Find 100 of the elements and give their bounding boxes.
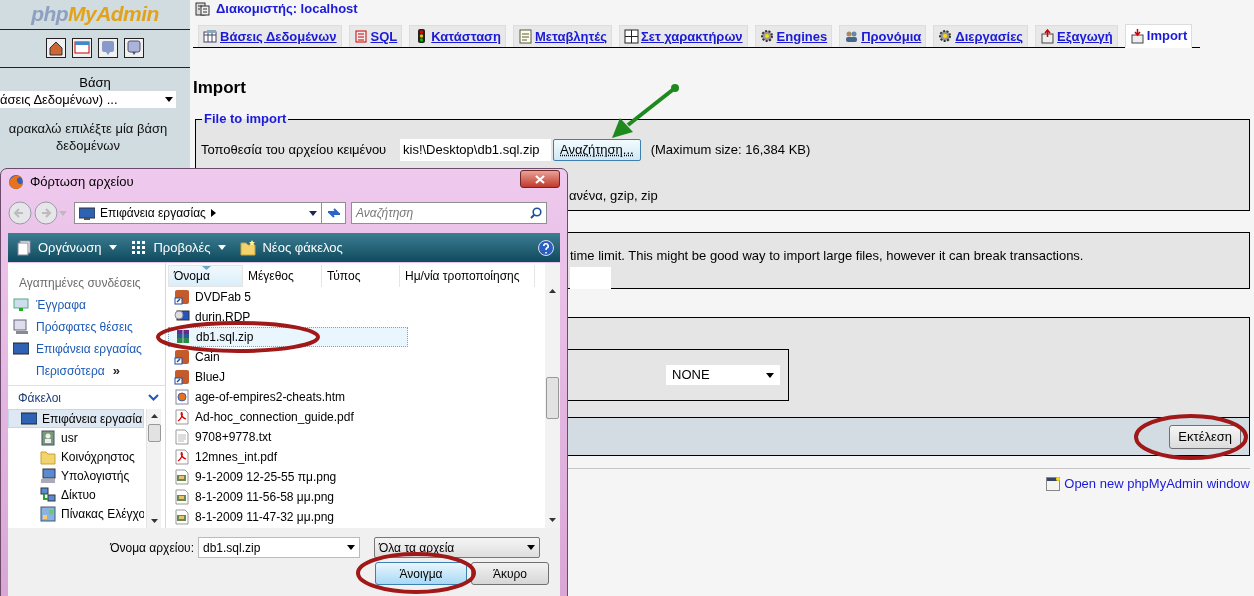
tab[interactable]: SQL bbox=[348, 25, 403, 47]
tab[interactable]: Import bbox=[1124, 24, 1193, 48]
monitor-icon bbox=[13, 341, 29, 357]
file-row[interactable]: age-of-empires2-cheats.htm bbox=[168, 387, 346, 407]
shortcut-icon bbox=[174, 369, 190, 385]
field-label: Τοποθεσία του αρχείου κειμένου bbox=[201, 141, 388, 160]
section-legend: File to import bbox=[202, 111, 289, 127]
navigation-link[interactable]: Πρόσφατες θέσεις bbox=[8, 316, 165, 338]
folder-tree-item[interactable]: Πίνακας Ελέγχο bbox=[8, 504, 144, 523]
file-row[interactable]: 12mnes_int.pdf bbox=[168, 447, 278, 467]
file-row[interactable]: 9-1-2009 12-25-55 πμ.png bbox=[168, 467, 337, 487]
file-row[interactable]: 8-1-2009 11-56-58 μμ.png bbox=[168, 487, 335, 507]
gear-icon bbox=[938, 29, 954, 44]
section-header: Αγαπημένες συνδέσεις bbox=[18, 275, 141, 291]
database-select[interactable]: άσεις Δεδομένων) ... bbox=[0, 91, 176, 108]
dropdown-arrow-icon bbox=[218, 245, 227, 250]
monitor-icon bbox=[79, 206, 95, 220]
text-field[interactable] bbox=[570, 267, 611, 289]
file-row[interactable]: Cain bbox=[168, 347, 220, 367]
column-header[interactable]: Όνομα bbox=[168, 265, 243, 287]
tab[interactable]: Προνόμια bbox=[839, 25, 927, 47]
gear-icon bbox=[759, 29, 775, 44]
more-link[interactable]: Περισσότερα » bbox=[8, 360, 165, 382]
folder-tree-item[interactable]: Δίκτυο bbox=[8, 485, 144, 504]
browse-button[interactable]: Αναζήτηση... bbox=[553, 139, 641, 161]
new-window-link[interactable]: Open new phpMyAdmin window bbox=[1064, 474, 1250, 494]
file-row[interactable]: 8-1-2009 11-47-32 μμ.png bbox=[168, 507, 335, 527]
folder-icon bbox=[240, 239, 257, 256]
tab[interactable]: Βάσεις Δεδομένων bbox=[198, 25, 342, 47]
file-row[interactable]: Ad-hoc_connection_guide.pdf bbox=[168, 407, 354, 427]
back-icon bbox=[8, 201, 32, 225]
chevron-right-icon bbox=[210, 209, 216, 217]
close-button[interactable] bbox=[520, 170, 560, 188]
search-icon bbox=[530, 207, 542, 219]
dropdown-arrow-icon bbox=[165, 97, 173, 102]
execute-button[interactable]: Εκτέλεση bbox=[1169, 424, 1241, 449]
pointer-arrow bbox=[612, 84, 679, 138]
close-icon bbox=[535, 174, 545, 184]
dialog-button[interactable]: Άκυρο bbox=[471, 562, 549, 585]
file-row[interactable]: BlueJ bbox=[168, 367, 226, 387]
window-icon bbox=[1046, 476, 1061, 491]
dropdown-arrow-icon bbox=[527, 545, 535, 550]
image-file-icon bbox=[174, 489, 190, 505]
import-icon bbox=[1129, 28, 1145, 44]
scroll-up-icon bbox=[150, 414, 158, 418]
tab[interactable]: Διεργασίες bbox=[933, 25, 1029, 47]
chevron-down-icon bbox=[148, 394, 159, 401]
filename-field[interactable]: db1.sql.zip bbox=[198, 537, 360, 558]
search-field[interactable]: Αναζήτηση bbox=[351, 202, 547, 224]
toolbar-button[interactable]: Προβολές bbox=[131, 237, 227, 258]
home-icon[interactable] bbox=[46, 38, 66, 58]
tab[interactable]: Σετ χαρακτήρων bbox=[618, 25, 748, 47]
tab[interactable]: Εξαγωγή bbox=[1035, 25, 1118, 47]
compression-text: ανένα, gzip, zip bbox=[569, 188, 658, 204]
file-row[interactable]: durin.RDP bbox=[168, 307, 251, 327]
address-bar[interactable]: Επιφάνεια εργασίας bbox=[74, 202, 322, 224]
dialog-title: Φόρτωση αρχείου bbox=[30, 173, 134, 192]
folder-tree-item[interactable]: Υπολογιστής bbox=[8, 466, 144, 485]
folder-tree-item[interactable]: Κοινόχρηστος bbox=[8, 447, 144, 466]
breadcrumb-item[interactable]: Επιφάνεια εργασίας bbox=[100, 204, 206, 222]
tab[interactable]: Engines bbox=[754, 25, 833, 47]
list-scrollbar[interactable] bbox=[545, 263, 560, 528]
file-path-field[interactable]: kis!\Desktop\db1.sql.zip bbox=[400, 139, 551, 161]
folder-tree-item[interactable]: Επιφάνεια εργασία bbox=[8, 409, 144, 428]
folder-tree-item[interactable]: usr bbox=[8, 428, 144, 447]
server-title[interactable]: Διακομιστής: localhost bbox=[216, 0, 358, 19]
scroll-down-icon bbox=[549, 518, 556, 522]
toolbar-button[interactable]: Νέος φάκελος bbox=[240, 237, 343, 258]
folder-icon bbox=[40, 448, 56, 465]
database-label: Βάση bbox=[79, 75, 111, 91]
tree-scrollbar[interactable] bbox=[146, 409, 161, 528]
scrollbar-thumb[interactable] bbox=[546, 377, 559, 419]
page-heading: Import bbox=[193, 78, 247, 98]
table-icon bbox=[203, 29, 218, 44]
toolbar-button[interactable]: Οργάνωση bbox=[16, 237, 118, 258]
file-row[interactable]: db1.sql.zip bbox=[168, 327, 408, 347]
shortcut-icon bbox=[174, 289, 190, 305]
format-select[interactable]: NONE bbox=[666, 365, 780, 385]
navigation-link[interactable]: Έγγραφα bbox=[8, 294, 165, 316]
dialog-button[interactable]: Άνοιγμα bbox=[375, 562, 467, 585]
field-label: Όνομα αρχείου: bbox=[109, 539, 195, 557]
tab[interactable]: Μεταβλητές bbox=[512, 25, 612, 47]
navigation-link[interactable]: Επιφάνεια εργασίας bbox=[8, 338, 165, 360]
dropdown-arrow-icon bbox=[309, 210, 317, 216]
notepad-icon bbox=[517, 29, 533, 44]
file-row[interactable]: DVDFab 5 bbox=[168, 287, 252, 307]
grid-icon bbox=[623, 29, 639, 44]
documents-stack-icon bbox=[16, 239, 32, 256]
logo: phpMyAdmin bbox=[31, 1, 159, 28]
tab[interactable]: Κατάσταση bbox=[409, 25, 506, 47]
forward-icon bbox=[34, 201, 58, 225]
network-icon bbox=[40, 486, 56, 503]
refresh-button[interactable] bbox=[322, 202, 346, 224]
scrollbar-thumb[interactable] bbox=[147, 424, 161, 442]
file-row[interactable]: 9708+9778.txt bbox=[168, 427, 272, 447]
image-file-icon bbox=[174, 469, 190, 485]
image-file-icon bbox=[174, 509, 190, 525]
web-page-icon bbox=[174, 389, 190, 405]
shortcut-icon bbox=[174, 349, 190, 365]
pdf-icon bbox=[174, 449, 190, 465]
